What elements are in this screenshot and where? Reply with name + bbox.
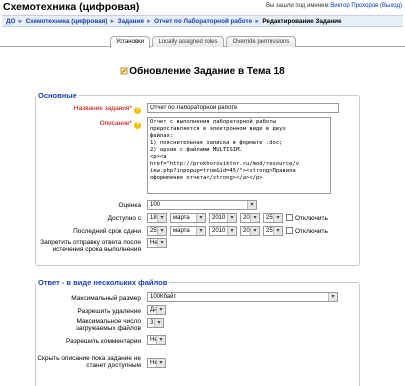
available-from-label: Доступно с [107, 215, 141, 222]
basic-section-legend[interactable]: Основные [36, 91, 79, 100]
available-disable-checkbox[interactable] [286, 214, 293, 221]
available-minute-select[interactable]: 25 [263, 213, 283, 223]
breadcrumb-separator-icon: ► [254, 18, 261, 25]
grade-select[interactable]: 100 [147, 200, 257, 210]
page-title: Обновление Задание в Тема 18 [0, 66, 405, 77]
tab-locally-assigned-roles[interactable]: Locally assigned roles [152, 36, 224, 47]
due-minute-select[interactable]: 25 [263, 226, 283, 236]
allow-notes-label: Разрешить комментарии [66, 338, 141, 345]
breadcrumb-separator-icon: ► [109, 18, 116, 25]
due-month-select[interactable]: марта [170, 226, 206, 236]
description-field[interactable]: Отчет с выполнения лабораторной работы п… [147, 117, 331, 194]
site-title[interactable]: Схемотехника (цифровая) [3, 1, 139, 13]
available-disable-label: Отключить [295, 215, 328, 222]
due-day-select[interactable]: 25 [147, 226, 167, 236]
available-month-select[interactable]: марта [170, 213, 206, 223]
available-hour-select[interactable]: 20 [240, 213, 260, 223]
max-files-select[interactable]: 3 [147, 318, 164, 328]
breadcrumb-separator-icon: ► [145, 18, 153, 25]
available-year-select[interactable]: 2010 [209, 213, 237, 223]
breadcrumb-assignment[interactable]: Отчет по Лабораторной работе [154, 18, 252, 25]
max-files-label: Максимальное число загружаемых файлов [75, 318, 141, 332]
max-size-label: Максимальный размер [71, 295, 141, 302]
page-title-text: Обновление Задание в Тема 18 [129, 66, 285, 77]
breadcrumb-course[interactable]: Схемотехника (цифровая) [26, 18, 108, 25]
max-size-select[interactable]: 100Кбайт [147, 292, 338, 302]
breadcrumb-home[interactable]: ДО [6, 18, 15, 25]
due-year-select[interactable]: 2010 [209, 226, 237, 236]
help-icon[interactable]: ? [134, 107, 141, 114]
assignment-name-label: Название задания*? [73, 105, 141, 114]
help-icon[interactable]: ? [134, 122, 141, 129]
upload-section-legend[interactable]: Ответ - в виде нескольких файлов [36, 278, 169, 287]
allow-notes-select[interactable]: Нет [147, 335, 166, 345]
allow-delete-select[interactable]: Да [147, 305, 166, 315]
prevent-late-select[interactable]: Нет [147, 238, 167, 248]
breadcrumb: ДО ► Схемотехника (цифровая) ► Задания ► Отчет… [2, 15, 403, 27]
assignment-icon [120, 67, 128, 75]
due-disable-checkbox[interactable] [286, 227, 293, 234]
due-hour-select[interactable]: 20 [240, 226, 260, 236]
breadcrumb-assignments[interactable]: Задания [118, 18, 144, 25]
logout-link[interactable]: (Выход) [380, 3, 402, 9]
hide-description-label: Скрыть описание пока задание не станет д… [37, 355, 141, 369]
prevent-late-label: Запретить отправку ответа после истечени… [40, 239, 141, 253]
due-disable-label: Отключить [295, 228, 328, 235]
tab-override-permissions[interactable]: Override permissions [226, 36, 296, 47]
description-label: Описание*? [99, 120, 141, 129]
login-info: Вы зашли под именем Виктор Прохоров (Вых… [266, 3, 402, 9]
due-date-label: Последний срок сдачи [73, 228, 141, 235]
breadcrumb-separator-icon: ► [17, 18, 24, 25]
login-prefix: Вы зашли под именем [265, 3, 329, 9]
hide-description-select[interactable]: Нет [147, 358, 166, 368]
grade-label: Оценка [118, 202, 141, 209]
breadcrumb-current: Редактирование Задание [262, 18, 342, 25]
allow-delete-label: Разрешить удаление [77, 308, 141, 315]
tab-bar: Установки Locally assigned roles Overrid… [0, 36, 405, 48]
page-header: Схемотехника (цифровая) Вы зашли под име… [0, 0, 405, 14]
available-day-select[interactable]: 18 [147, 213, 167, 223]
user-name-link[interactable]: Виктор Прохоров [330, 3, 378, 9]
assignment-name-field[interactable] [147, 103, 339, 113]
tab-settings[interactable]: Установки [110, 36, 150, 48]
